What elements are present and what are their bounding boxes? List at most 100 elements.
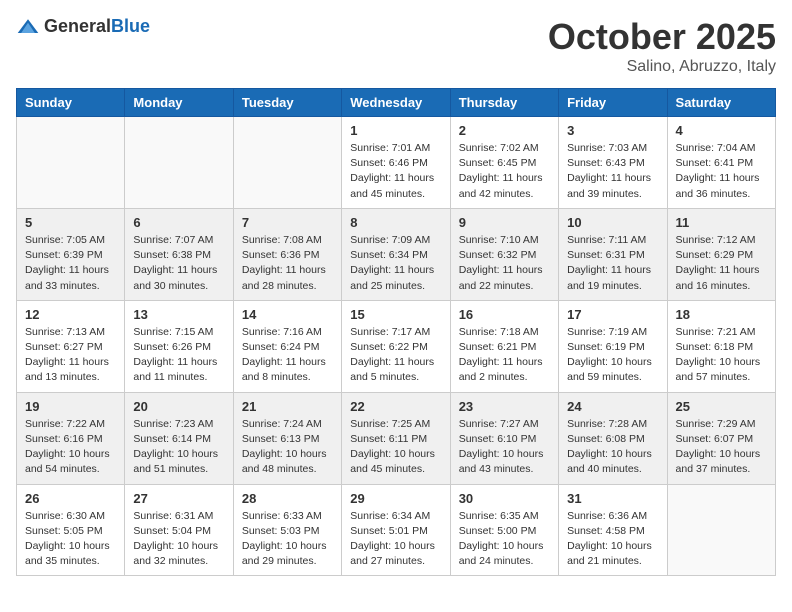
- calendar-cell: 3Sunrise: 7:03 AM Sunset: 6:43 PM Daylig…: [559, 117, 667, 209]
- calendar-cell: 30Sunrise: 6:35 AM Sunset: 5:00 PM Dayli…: [450, 484, 558, 576]
- logo: GeneralBlue: [16, 16, 150, 37]
- day-info: Sunrise: 7:11 AM Sunset: 6:31 PM Dayligh…: [567, 233, 658, 294]
- page-header: GeneralBlue October 2025 Salino, Abruzzo…: [16, 16, 776, 76]
- calendar-cell: 4Sunrise: 7:04 AM Sunset: 6:41 PM Daylig…: [667, 117, 775, 209]
- calendar-cell: 13 Sunrise: 7:15 AM Sunset: 6:26 PM Dayli…: [125, 300, 233, 392]
- day-number: 17: [567, 307, 658, 322]
- day-info: Sunrise: 7:27 AM Sunset: 6:10 PM Dayligh…: [459, 417, 550, 478]
- day-number: 26: [25, 491, 116, 506]
- day-number: 13: [133, 307, 224, 322]
- day-info: Sunrise: 7:28 AM Sunset: 6:08 PM Dayligh…: [567, 417, 658, 478]
- calendar-cell: 23 Sunrise: 7:27 AM Sunset: 6:10 PM Dayli…: [450, 392, 558, 484]
- day-info: Sunrise: 7:12 AM Sunset: 6:29 PM Dayligh…: [676, 233, 767, 294]
- day-number: 15: [350, 307, 441, 322]
- calendar-cell: [125, 117, 233, 209]
- day-number: 18: [676, 307, 767, 322]
- calendar-cell: 26 Sunrise: 6:30 AM Sunset: 5:05 PM Dayli…: [17, 484, 125, 576]
- day-info: Sunrise: 7:08 AM Sunset: 6:36 PM Dayligh…: [242, 233, 333, 294]
- day-info: Sunrise: 7:16 AM Sunset: 6:24 PM Dayligh…: [242, 325, 333, 386]
- day-number: 16: [459, 307, 550, 322]
- day-number: 30: [459, 491, 550, 506]
- weekday-header-tuesday: Tuesday: [233, 89, 341, 117]
- day-info: Sunrise: 7:10 AM Sunset: 6:32 PM Dayligh…: [459, 233, 550, 294]
- location-title: Salino, Abruzzo, Italy: [548, 58, 776, 76]
- day-info: Sunrise: 7:21 AM Sunset: 6:18 PM Dayligh…: [676, 325, 767, 386]
- calendar-cell: 11 Sunrise: 7:12 AM Sunset: 6:29 PM Dayli…: [667, 208, 775, 300]
- calendar-cell: 21Sunrise: 7:24 AM Sunset: 6:13 PM Dayli…: [233, 392, 341, 484]
- day-info: Sunrise: 7:01 AM Sunset: 6:46 PM Dayligh…: [350, 141, 441, 202]
- weekday-header-thursday: Thursday: [450, 89, 558, 117]
- calendar-cell: 5 Sunrise: 7:05 AM Sunset: 6:39 PM Daylig…: [17, 208, 125, 300]
- day-info: Sunrise: 6:36 AM Sunset: 4:58 PM Dayligh…: [567, 509, 658, 570]
- day-info: Sunrise: 6:33 AM Sunset: 5:03 PM Dayligh…: [242, 509, 333, 570]
- calendar-table: SundayMondayTuesdayWednesdayThursdayFrid…: [16, 88, 776, 576]
- day-number: 24: [567, 399, 658, 414]
- weekday-header-row: SundayMondayTuesdayWednesdayThursdayFrid…: [17, 89, 776, 117]
- logo-icon: [16, 17, 40, 37]
- calendar-cell: 18 Sunrise: 7:21 AM Sunset: 6:18 PM Dayli…: [667, 300, 775, 392]
- calendar-week-row: 26 Sunrise: 6:30 AM Sunset: 5:05 PM Dayli…: [17, 484, 776, 576]
- day-info: Sunrise: 6:31 AM Sunset: 5:04 PM Dayligh…: [133, 509, 224, 570]
- calendar-cell: 1Sunrise: 7:01 AM Sunset: 6:46 PM Daylig…: [342, 117, 450, 209]
- day-number: 7: [242, 215, 333, 230]
- calendar-cell: 6 Sunrise: 7:07 AM Sunset: 6:38 PM Daylig…: [125, 208, 233, 300]
- calendar-cell: 22 Sunrise: 7:25 AM Sunset: 6:11 PM Dayli…: [342, 392, 450, 484]
- calendar-cell: 20Sunrise: 7:23 AM Sunset: 6:14 PM Dayli…: [125, 392, 233, 484]
- day-number: 11: [676, 215, 767, 230]
- weekday-header-saturday: Saturday: [667, 89, 775, 117]
- day-number: 4: [676, 123, 767, 138]
- weekday-header-wednesday: Wednesday: [342, 89, 450, 117]
- calendar-cell: 2 Sunrise: 7:02 AM Sunset: 6:45 PM Daylig…: [450, 117, 558, 209]
- day-number: 19: [25, 399, 116, 414]
- logo-text: GeneralBlue: [44, 16, 150, 37]
- day-number: 31: [567, 491, 658, 506]
- day-number: 23: [459, 399, 550, 414]
- day-info: Sunrise: 7:17 AM Sunset: 6:22 PM Dayligh…: [350, 325, 441, 386]
- day-info: Sunrise: 7:07 AM Sunset: 6:38 PM Dayligh…: [133, 233, 224, 294]
- calendar-cell: 14 Sunrise: 7:16 AM Sunset: 6:24 PM Dayli…: [233, 300, 341, 392]
- day-number: 25: [676, 399, 767, 414]
- day-info: Sunrise: 7:05 AM Sunset: 6:39 PM Dayligh…: [25, 233, 116, 294]
- day-info: Sunrise: 6:34 AM Sunset: 5:01 PM Dayligh…: [350, 509, 441, 570]
- month-title: October 2025: [548, 16, 776, 58]
- day-number: 5: [25, 215, 116, 230]
- calendar-cell: 7 Sunrise: 7:08 AM Sunset: 6:36 PM Daylig…: [233, 208, 341, 300]
- day-info: Sunrise: 7:18 AM Sunset: 6:21 PM Dayligh…: [459, 325, 550, 386]
- day-number: 27: [133, 491, 224, 506]
- day-number: 14: [242, 307, 333, 322]
- day-number: 10: [567, 215, 658, 230]
- day-number: 3: [567, 123, 658, 138]
- day-number: 9: [459, 215, 550, 230]
- day-info: Sunrise: 7:22 AM Sunset: 6:16 PM Dayligh…: [25, 417, 116, 478]
- weekday-header-friday: Friday: [559, 89, 667, 117]
- title-block: October 2025 Salino, Abruzzo, Italy: [548, 16, 776, 76]
- day-info: Sunrise: 7:25 AM Sunset: 6:11 PM Dayligh…: [350, 417, 441, 478]
- weekday-header-monday: Monday: [125, 89, 233, 117]
- day-number: 12: [25, 307, 116, 322]
- day-number: 6: [133, 215, 224, 230]
- calendar-cell: 10 Sunrise: 7:11 AM Sunset: 6:31 PM Dayli…: [559, 208, 667, 300]
- day-info: Sunrise: 7:19 AM Sunset: 6:19 PM Dayligh…: [567, 325, 658, 386]
- calendar-cell: 28Sunrise: 6:33 AM Sunset: 5:03 PM Dayli…: [233, 484, 341, 576]
- day-number: 8: [350, 215, 441, 230]
- day-number: 2: [459, 123, 550, 138]
- day-info: Sunrise: 6:30 AM Sunset: 5:05 PM Dayligh…: [25, 509, 116, 570]
- calendar-cell: 19 Sunrise: 7:22 AM Sunset: 6:16 PM Dayli…: [17, 392, 125, 484]
- day-number: 20: [133, 399, 224, 414]
- calendar-week-row: 5 Sunrise: 7:05 AM Sunset: 6:39 PM Daylig…: [17, 208, 776, 300]
- day-number: 22: [350, 399, 441, 414]
- weekday-header-sunday: Sunday: [17, 89, 125, 117]
- day-info: Sunrise: 7:29 AM Sunset: 6:07 PM Dayligh…: [676, 417, 767, 478]
- calendar-cell: 16 Sunrise: 7:18 AM Sunset: 6:21 PM Dayli…: [450, 300, 558, 392]
- calendar-cell: [233, 117, 341, 209]
- day-number: 29: [350, 491, 441, 506]
- day-info: Sunrise: 7:15 AM Sunset: 6:26 PM Dayligh…: [133, 325, 224, 386]
- calendar-cell: [667, 484, 775, 576]
- calendar-cell: 29 Sunrise: 6:34 AM Sunset: 5:01 PM Dayli…: [342, 484, 450, 576]
- calendar-cell: 24 Sunrise: 7:28 AM Sunset: 6:08 PM Dayli…: [559, 392, 667, 484]
- day-info: Sunrise: 7:09 AM Sunset: 6:34 PM Dayligh…: [350, 233, 441, 294]
- calendar-cell: 27 Sunrise: 6:31 AM Sunset: 5:04 PM Dayli…: [125, 484, 233, 576]
- day-info: Sunrise: 7:02 AM Sunset: 6:45 PM Dayligh…: [459, 141, 550, 202]
- day-info: Sunrise: 7:24 AM Sunset: 6:13 PM Dayligh…: [242, 417, 333, 478]
- calendar-cell: [17, 117, 125, 209]
